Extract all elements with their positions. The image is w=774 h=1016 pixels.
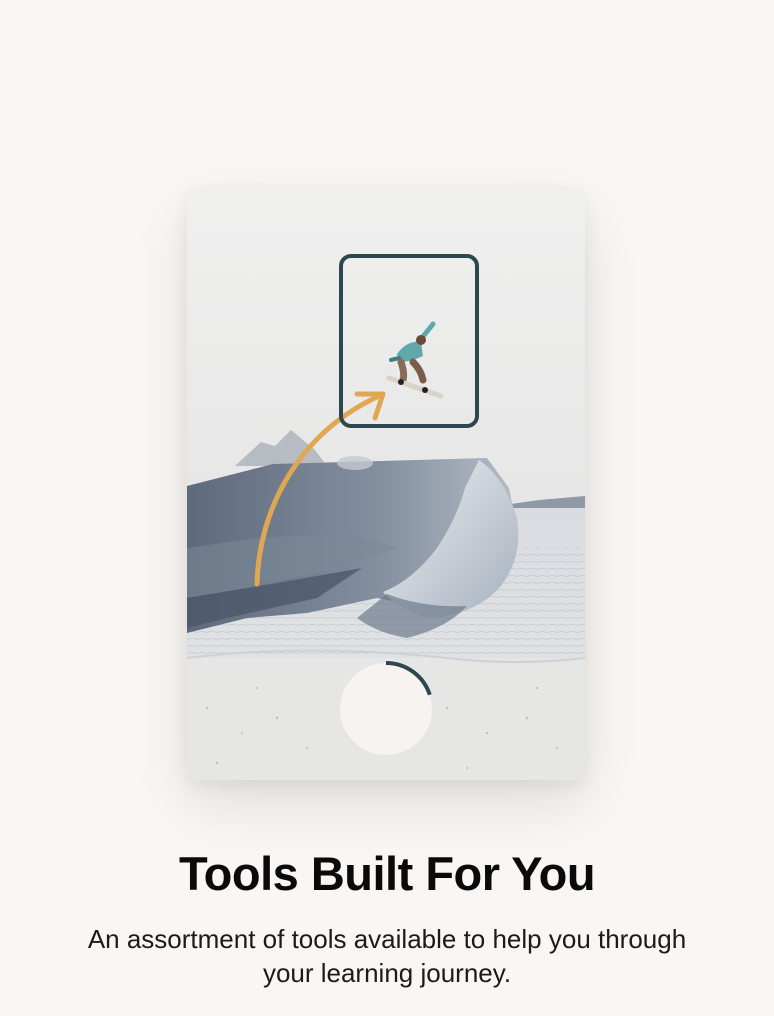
snowboarder-icon [386,321,444,399]
page-description: An assortment of tools available to help… [87,924,687,988]
illustration-card [187,188,585,780]
page-title: Tools Built For You [178,847,596,900]
progress-ring[interactable] [338,661,434,757]
